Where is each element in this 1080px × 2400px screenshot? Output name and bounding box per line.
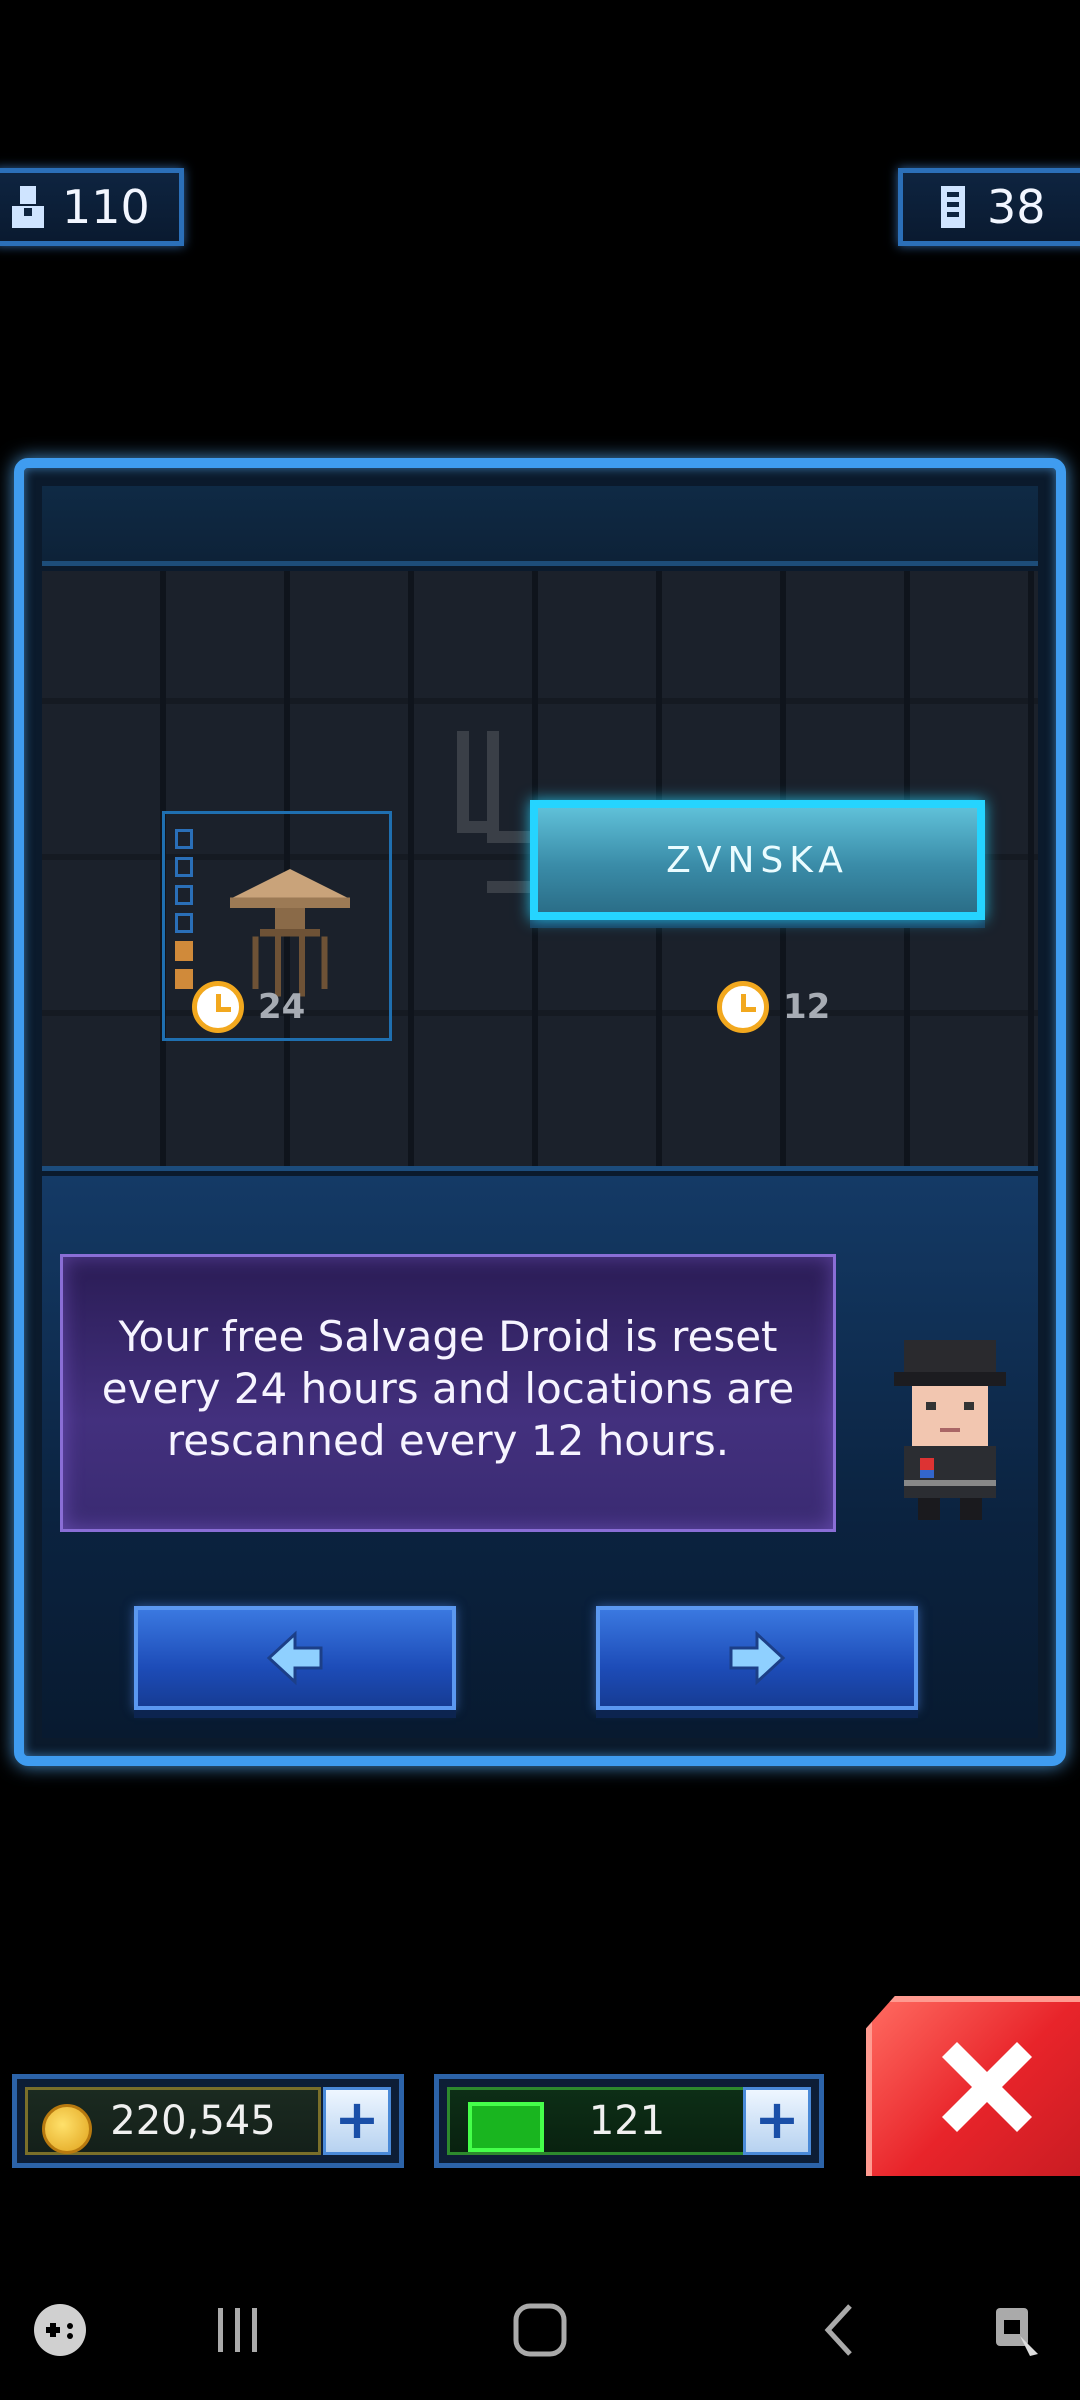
salvage-tutorial-panel: 24 12 [14, 458, 1066, 1766]
droid-charge-bars [175, 829, 197, 997]
tutorial-message: Your free Salvage Droid is reset every 2… [60, 1254, 836, 1532]
recent-apps-icon[interactable] [208, 2300, 268, 2360]
close-button[interactable] [866, 1996, 1080, 2176]
scan-button-label: ZVNSKA [666, 839, 849, 881]
building-icon [941, 186, 965, 228]
arrow-right-icon [729, 1630, 786, 1686]
back-icon[interactable] [812, 2300, 872, 2360]
game-launcher-icon[interactable] [30, 2300, 90, 2360]
add-bux-button[interactable]: + [743, 2087, 811, 2155]
clock-icon [192, 981, 244, 1033]
scan-button[interactable]: ZVNSKA [530, 800, 985, 920]
floors-counter[interactable]: 38 [898, 168, 1080, 246]
floors-value: 38 [987, 180, 1046, 234]
droid-timer-value: 24 [258, 987, 306, 1027]
bux-counter: 121 + [434, 2074, 824, 2168]
previous-button[interactable] [134, 1606, 456, 1710]
officer-avatar [894, 1340, 1006, 1520]
droid-reset-timer: 24 [192, 981, 305, 1033]
arrow-left-icon [266, 1630, 323, 1686]
screen-lock-icon[interactable] [990, 2300, 1050, 2360]
coin-icon [42, 2104, 92, 2154]
panel-header [42, 486, 1038, 566]
coins-value-box: 220,545 [25, 2087, 321, 2155]
bux-value-box: 121 [447, 2087, 747, 2155]
rescan-timer: 12 [717, 981, 830, 1033]
home-icon[interactable] [510, 2300, 570, 2360]
population-counter[interactable]: 110 [0, 168, 184, 246]
system-navigation-bar [0, 2260, 1080, 2400]
bux-value: 121 [588, 2098, 666, 2144]
clock-icon [717, 981, 769, 1033]
population-value: 110 [62, 180, 150, 234]
coins-value: 220,545 [110, 2098, 276, 2144]
scan-timer-value: 12 [783, 987, 831, 1027]
tutorial-message-text: Your free Salvage Droid is reset every 2… [101, 1312, 795, 1465]
coins-counter: 220,545 + [12, 2074, 404, 2168]
add-coins-button[interactable]: + [323, 2087, 391, 2155]
next-button[interactable] [596, 1606, 918, 1710]
bux-icon [468, 2102, 544, 2152]
close-icon [942, 2042, 1032, 2132]
person-icon [12, 186, 44, 228]
